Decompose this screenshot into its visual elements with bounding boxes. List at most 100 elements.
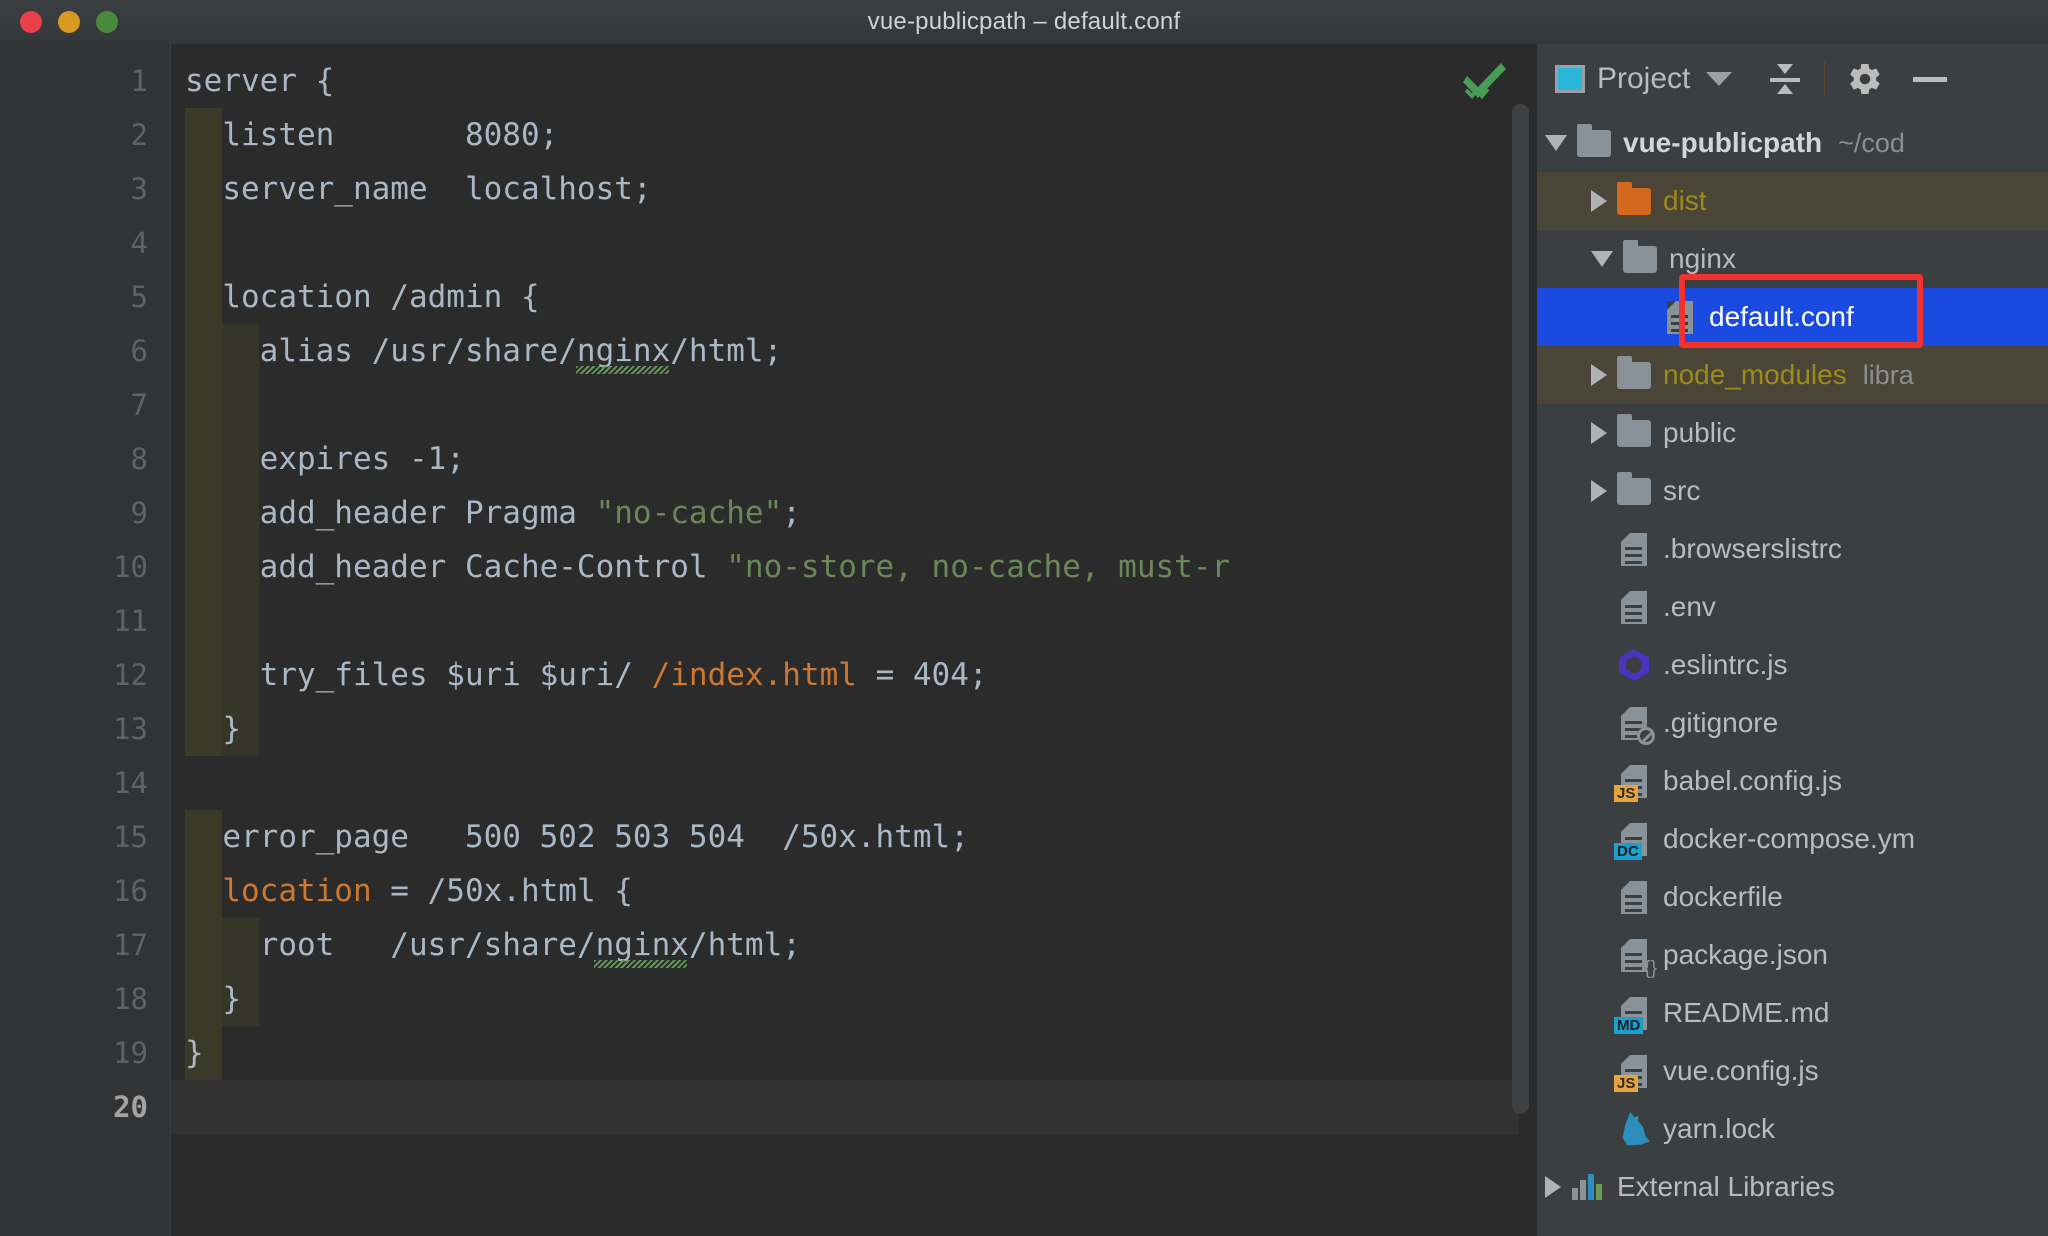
tree-row[interactable]: {} package.json: [1537, 926, 2048, 984]
code-line[interactable]: }: [171, 702, 1537, 756]
code-line[interactable]: }: [171, 972, 1537, 1026]
docker-compose-file-icon: DC: [1614, 820, 1651, 860]
gutter-line-number[interactable]: 14: [28, 756, 148, 810]
tree-row[interactable]: JS vue.config.js: [1537, 1042, 2048, 1100]
file-icon: [1617, 878, 1651, 916]
tree-row[interactable]: External Libraries: [1537, 1158, 2048, 1216]
gutter-line-number[interactable]: 19: [28, 1026, 148, 1080]
chevron-right-icon[interactable]: [1591, 364, 1607, 386]
code-line[interactable]: alias /usr/share/nginx/html;: [171, 324, 1537, 378]
code-line[interactable]: location /admin {: [171, 270, 1537, 324]
gutter-line-number[interactable]: 13: [28, 702, 148, 756]
tree-row[interactable]: MD README.md: [1537, 984, 2048, 1042]
tree-item-label: node_modules: [1663, 359, 1847, 390]
current-line-highlight: [171, 1080, 1537, 1134]
traffic-lights: [20, 11, 118, 33]
chevron-down-icon[interactable]: [1591, 251, 1613, 267]
code-line[interactable]: listen 8080;: [171, 108, 1537, 162]
json-file-icon: {}: [1617, 936, 1657, 978]
chevron-right-icon[interactable]: [1591, 480, 1607, 502]
tree-row[interactable]: vue-publicpath ~/cod: [1537, 114, 2048, 172]
code-line[interactable]: root /usr/share/nginx/html;: [171, 918, 1537, 972]
gutter-line-number[interactable]: 17: [28, 918, 148, 972]
tree-row[interactable]: node_modules libra: [1537, 346, 2048, 404]
code-line[interactable]: }: [171, 1026, 1537, 1080]
tree-item-label: package.json: [1663, 939, 1829, 970]
tree-item-label: nginx: [1669, 243, 1736, 274]
tree-row[interactable]: .gitignore: [1537, 694, 2048, 752]
code-line[interactable]: location = /50x.html {: [171, 864, 1537, 918]
gutter-line-number[interactable]: 2: [28, 108, 148, 162]
chevron-right-icon[interactable]: [1591, 190, 1607, 212]
gutter-line-number[interactable]: 20: [28, 1080, 148, 1134]
gutter-line-number[interactable]: 12: [28, 648, 148, 702]
code-line[interactable]: add_header Cache-Control "no-store, no-c…: [171, 540, 1537, 594]
project-tree[interactable]: vue-publicpath ~/cod dist nginx default.conf…: [1537, 114, 2048, 1236]
window-title: vue-publicpath – default.conf: [867, 8, 1181, 35]
minimize-button[interactable]: [58, 11, 80, 33]
folder-icon: [1617, 181, 1651, 220]
collapse-all-icon[interactable]: [1768, 62, 1802, 96]
tree-item-label: dockerfile: [1663, 881, 1783, 912]
yarn-file-icon: [1617, 1110, 1651, 1148]
tree-row[interactable]: dockerfile: [1537, 868, 2048, 926]
gutter-line-number[interactable]: 8: [28, 432, 148, 486]
tree-item-label: public: [1663, 417, 1737, 448]
code-line[interactable]: server {: [171, 54, 1537, 108]
gear-icon[interactable]: [1847, 61, 1883, 97]
tree-row[interactable]: .eslintrc.js: [1537, 636, 2048, 694]
tree-row[interactable]: dist: [1537, 172, 2048, 230]
inspection-check-icon[interactable]: [1461, 56, 1507, 102]
code-line[interactable]: add_header Pragma "no-cache";: [171, 486, 1537, 540]
chevron-down-icon[interactable]: [1545, 135, 1567, 151]
gitignore-file-icon: [1617, 704, 1655, 745]
code-editor[interactable]: 1 2 3 4 5 6 7 8 9 10 11 12 13 14 15 16 17 18 19 20 server {…: [0, 44, 1537, 1236]
gutter-line-number[interactable]: 3: [28, 162, 148, 216]
gutter-line-number[interactable]: 9: [28, 486, 148, 540]
gutter-line-number[interactable]: 15: [28, 810, 148, 864]
code-line[interactable]: error_page 500 502 503 504 /50x.html;: [171, 810, 1537, 864]
code-line[interactable]: server_name localhost;: [171, 162, 1537, 216]
tree-row[interactable]: JS babel.config.js: [1537, 752, 2048, 810]
zoom-button[interactable]: [96, 11, 118, 33]
markdown-file-icon: MD: [1614, 994, 1651, 1034]
code-line[interactable]: try_files $uri $uri/ /index.html = 404;: [171, 648, 1537, 702]
tree-item-label: dist: [1663, 185, 1707, 216]
gutter-line-number[interactable]: 11: [28, 594, 148, 648]
gutter-line-number[interactable]: 6: [28, 324, 148, 378]
hide-icon[interactable]: [1913, 76, 1948, 82]
tree-row[interactable]: nginx: [1537, 230, 2048, 288]
tree-row[interactable]: .browserslistrc: [1537, 520, 2048, 578]
editor-gutter[interactable]: 1 2 3 4 5 6 7 8 9 10 11 12 13 14 15 16 17 18 19 20: [0, 44, 171, 1236]
tree-row[interactable]: default.conf: [1537, 288, 2048, 346]
gutter-line-number[interactable]: 4: [28, 216, 148, 270]
tree-row[interactable]: src: [1537, 462, 2048, 520]
gutter-line-number[interactable]: 18: [28, 972, 148, 1026]
toolbar-divider: [1824, 62, 1826, 96]
chevron-right-icon[interactable]: [1545, 1176, 1561, 1198]
code-line[interactable]: expires -1;: [171, 432, 1537, 486]
gutter-line-number[interactable]: 10: [28, 540, 148, 594]
tree-twisty-placeholder: [1591, 897, 1607, 898]
chevron-right-icon[interactable]: [1591, 422, 1607, 444]
gutter-line-number[interactable]: 5: [28, 270, 148, 324]
tree-twisty-placeholder: [1591, 607, 1607, 608]
editor-vertical-scrollbar[interactable]: [1512, 104, 1529, 1114]
chevron-down-icon[interactable]: [1706, 72, 1733, 86]
close-button[interactable]: [20, 11, 42, 33]
ide-body: 1 2 3 4 5 6 7 8 9 10 11 12 13 14 15 16 17 18 19 20 server {…: [0, 44, 2048, 1236]
tree-item-label: default.conf: [1709, 301, 1854, 332]
gutter-line-number[interactable]: 7: [28, 378, 148, 432]
tree-row[interactable]: .env: [1537, 578, 2048, 636]
tree-row[interactable]: yarn.lock: [1537, 1100, 2048, 1158]
tree-row[interactable]: DC docker-compose.ym: [1537, 810, 2048, 868]
gutter-line-number[interactable]: 16: [28, 864, 148, 918]
gutter-line-number[interactable]: 1: [28, 54, 148, 108]
tree-item-label: .eslintrc.js: [1663, 649, 1788, 680]
editor-code-area[interactable]: server { listen 8080; server_name localh…: [171, 44, 1537, 1236]
tree-row[interactable]: public: [1537, 404, 2048, 462]
